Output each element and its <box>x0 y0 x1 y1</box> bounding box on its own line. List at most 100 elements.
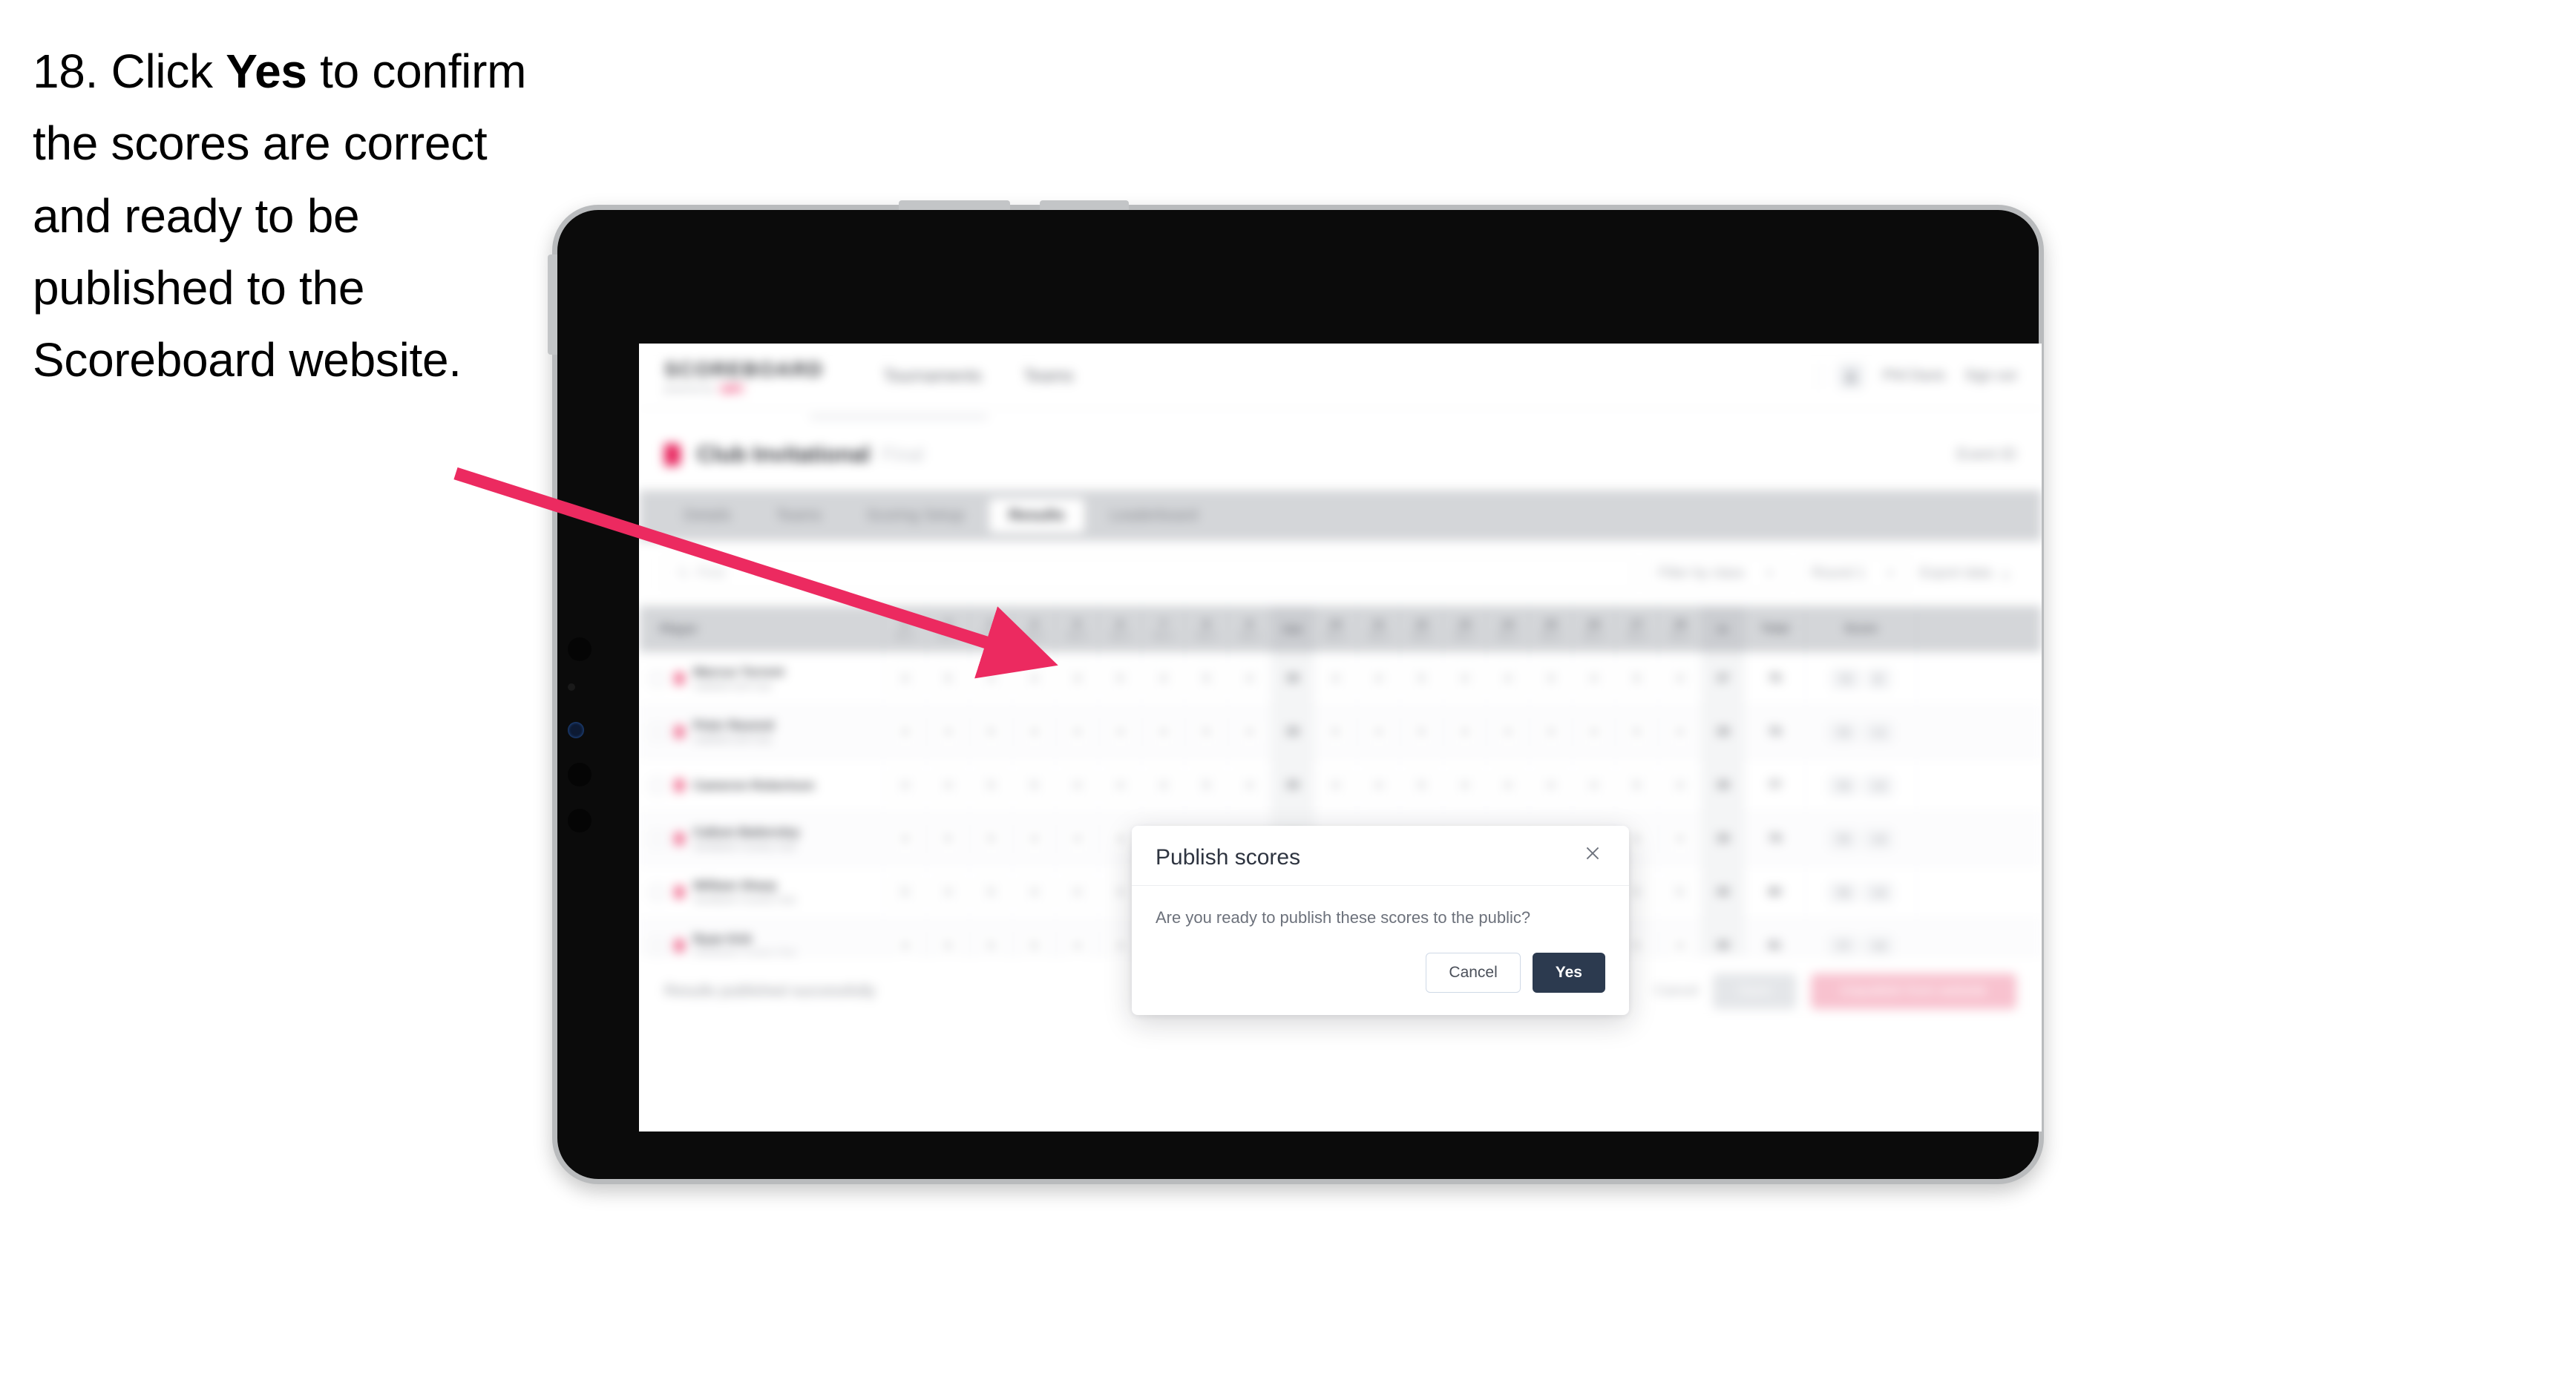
cell-hole-score[interactable]: 5 <box>1185 759 1228 812</box>
cell-hole-score[interactable]: 5 <box>1400 652 1443 705</box>
cell-hole-score[interactable]: 4 <box>1013 812 1056 865</box>
cell-hole-score[interactable]: 4 <box>1056 866 1099 919</box>
cell-hole-score[interactable]: 5 <box>1013 759 1056 812</box>
cell-hole-score[interactable]: 4 <box>1056 759 1099 812</box>
hole-par: Par 4 <box>1455 631 1475 641</box>
cell-hole-score[interactable]: 4 <box>1573 759 1616 812</box>
cell-hole-score[interactable]: 4 <box>1573 652 1616 705</box>
cell-hole-score[interactable]: 4 <box>927 706 970 758</box>
cell-hole-score[interactable]: 5 <box>1400 759 1443 812</box>
cell-hole-score[interactable]: 3 <box>1530 706 1573 758</box>
cell-hole-score[interactable]: 5 <box>927 812 970 865</box>
cell-hole-score[interactable]: 4 <box>1142 706 1185 758</box>
cell-hole-score[interactable]: 4 <box>1228 706 1271 758</box>
cell-hole-score[interactable]: 4 <box>1013 866 1056 919</box>
cell-hole-score[interactable]: 4 <box>1314 652 1357 705</box>
tab-scoring-setup[interactable]: Scoring Setup <box>847 499 983 533</box>
cell-hole-score[interactable]: 4 <box>884 812 927 865</box>
cell-hole-score[interactable]: 5 <box>970 812 1013 865</box>
row-checkbox[interactable] <box>649 830 666 847</box>
cell-hole-score[interactable]: 4 <box>1443 652 1487 705</box>
cell-hole-score[interactable]: 4 <box>1357 652 1400 705</box>
cell-hole-score[interactable]: 4 <box>1099 759 1142 812</box>
app-logo[interactable]: SCOREBOARD powered by golf <box>664 358 824 394</box>
cell-hole-score[interactable]: 4 <box>1142 759 1185 812</box>
cell-hole-score[interactable]: 4 <box>1056 812 1099 865</box>
cell-hole-score[interactable]: 5 <box>1185 706 1228 758</box>
cell-hole-score[interactable]: 4 <box>1099 706 1142 758</box>
score-value: 4 <box>1581 771 1607 800</box>
cell-hole-score[interactable]: 5 <box>970 759 1013 812</box>
cell-hole-score[interactable]: 4 <box>1056 706 1099 758</box>
cell-hole-score[interactable]: 4 <box>1487 706 1530 758</box>
cell-hole-score[interactable]: 4 <box>1487 759 1530 812</box>
row-checkbox[interactable] <box>649 777 666 794</box>
cell-hole-score[interactable]: 5 <box>1616 652 1659 705</box>
cell-hole-score[interactable]: 4 <box>884 759 927 812</box>
score-value: 5 <box>1624 771 1650 800</box>
cell-hole-score[interactable]: 4 <box>1443 759 1487 812</box>
signout-button[interactable]: Sign out <box>1964 368 2016 384</box>
player-name: William Sharp <box>693 878 777 893</box>
table-row[interactable]: Peter Ravend Oakfield Golf Club 4 4 5 4 4 4 4 5 4 3… <box>639 706 2042 759</box>
cell-hole-score[interactable]: 3 <box>1056 652 1099 705</box>
cell-hole-score[interactable]: 4 <box>1659 652 1702 705</box>
footer-unpublish-button[interactable]: Unpublish from website <box>1810 973 2016 1009</box>
footer-cancel-button[interactable]: Cancel <box>1654 983 1698 999</box>
cell-hole-score[interactable]: 4 <box>1142 652 1185 705</box>
cell-hole-score[interactable]: 5 <box>970 706 1013 758</box>
cell-hole-score[interactable]: 5 <box>1400 706 1443 758</box>
score-value: 5 <box>935 664 961 693</box>
cell-hole-score[interactable]: 4 <box>1659 759 1702 812</box>
export-data-button[interactable]: Export data <box>1920 565 2016 582</box>
cell-hole-score[interactable]: 4 <box>927 866 970 919</box>
close-icon[interactable] <box>1580 841 1605 866</box>
tab-details[interactable]: Details <box>664 499 750 533</box>
user-icon[interactable] <box>1838 363 1864 389</box>
cell-hole-score[interactable]: 5 <box>1099 652 1142 705</box>
cell-hole-score[interactable]: 4 <box>1443 706 1487 758</box>
cell-hole-score[interactable]: 4 <box>1357 706 1400 758</box>
cell-hole-score[interactable]: 5 <box>927 652 970 705</box>
footer-save-button[interactable]: Save <box>1713 973 1796 1009</box>
cell-hole-score[interactable]: 5 <box>884 866 927 919</box>
cell-hole-score[interactable]: 4 <box>970 652 1013 705</box>
tab-results[interactable]: Results <box>989 499 1084 533</box>
cell-hole-score[interactable]: 4 <box>927 759 970 812</box>
cell-hole-score[interactable]: 4 <box>1357 759 1400 812</box>
cell-hole-score[interactable]: 5 <box>1659 866 1702 919</box>
cell-hole-score[interactable]: 5 <box>1616 759 1659 812</box>
division-select[interactable]: Filter by class ▼ <box>1645 555 1788 591</box>
cell-hole-score[interactable]: 4 <box>884 706 927 758</box>
search-input[interactable]: Find <box>664 555 1634 591</box>
cell-hole-score[interactable]: 4 <box>1013 652 1056 705</box>
cell-hole-score[interactable]: 4 <box>1659 812 1702 865</box>
row-checkbox[interactable] <box>649 670 666 687</box>
cell-hole-score[interactable]: 5 <box>1185 652 1228 705</box>
cell-hole-score[interactable]: 5 <box>970 866 1013 919</box>
cell-hole-score[interactable]: 4 <box>1228 759 1271 812</box>
row-checkbox[interactable] <box>649 723 666 740</box>
cancel-button[interactable]: Cancel <box>1426 953 1521 993</box>
nav-item-teams[interactable]: Teams <box>1023 366 1074 386</box>
cell-hole-score[interactable]: 5 <box>1616 706 1659 758</box>
cell-hole-score[interactable]: 4 <box>1659 706 1702 758</box>
yes-button[interactable]: Yes <box>1532 953 1605 993</box>
table-row[interactable]: Marcus Torrent Oakfield Golf Club 4 5 4 4 3 5 4 5… <box>639 652 2042 706</box>
cell-hole-score[interactable]: 3 <box>1530 652 1573 705</box>
cell-hole-score[interactable]: 4 <box>1573 706 1616 758</box>
nav-item-tournaments[interactable]: Tournaments <box>883 366 982 386</box>
round-select[interactable]: Round 1 ▼ <box>1799 555 1908 591</box>
cell-hole-score[interactable]: 5 <box>1314 706 1357 758</box>
cell-hole-score[interactable]: 4 <box>884 652 927 705</box>
cell-hole-score[interactable]: 4 <box>1228 652 1271 705</box>
cell-hole-score[interactable]: 4 <box>1314 759 1357 812</box>
cell-hole-score[interactable]: 4 <box>1013 706 1056 758</box>
row-checkbox[interactable] <box>649 884 666 901</box>
table-row[interactable]: Cameron Robertson 4 4 5 5 4 4 4 5 4 39 4 4 5 4 4 4 4 5 4 38 7… <box>639 759 2042 812</box>
tab-leaderboard[interactable]: Leaderboard <box>1090 499 1217 533</box>
cell-hole-score[interactable]: 4 <box>1530 759 1573 812</box>
cell-hole-score[interactable]: 4 <box>1487 652 1530 705</box>
tab-teams[interactable]: Teams <box>756 499 841 533</box>
row-checkbox[interactable] <box>649 937 666 954</box>
